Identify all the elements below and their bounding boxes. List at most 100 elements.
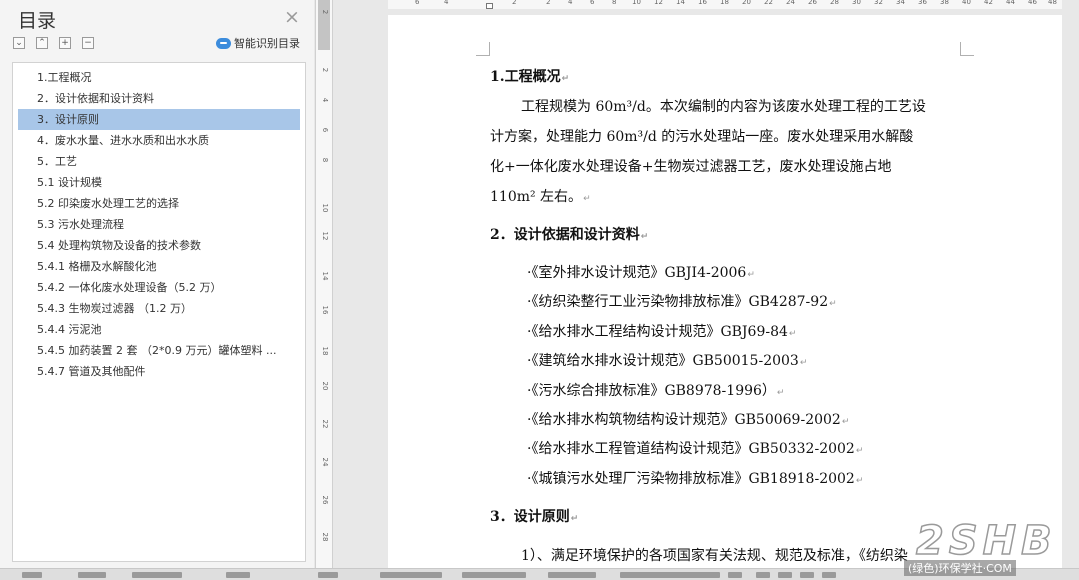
reference-text: ·《室外排水设计规范》GBJI4-2006 bbox=[527, 265, 747, 281]
vertical-ruler[interactable]: 2 2 4 6 8 10 12 14 16 18 20 22 24 26 28 bbox=[315, 0, 333, 568]
ruler-label: 42 bbox=[984, 0, 993, 6]
reference-item: ·《给水排水构筑物结构设计规范》GB50069-2002↵ bbox=[490, 406, 970, 435]
toc-item[interactable]: 5.3 污水处理流程 bbox=[18, 214, 300, 235]
paragraph-mark: ↵ bbox=[747, 270, 755, 280]
toc-item[interactable]: 2．设计依据和设计资料 bbox=[18, 88, 300, 109]
expand-up-icon[interactable]: ⌃ bbox=[36, 37, 48, 49]
ruler-label: 28 bbox=[830, 0, 839, 6]
toc-item[interactable]: 5.4.5 加药装置 2 套 （2*0.9 万元）罐体塑料 ... bbox=[18, 340, 300, 361]
toc-list: 1.工程概况 2．设计依据和设计资料 3．设计原则 4．废水水量、进水水质和出水… bbox=[12, 62, 306, 562]
ruler-label: 24 bbox=[321, 457, 329, 467]
status-item[interactable] bbox=[132, 572, 182, 578]
toc-title: 目录 bbox=[18, 10, 57, 32]
reference-item: ·《纺织染整行工业污染物排放标准》GB4287-92↵ bbox=[490, 288, 970, 317]
ruler-label: 4 bbox=[321, 97, 329, 103]
paragraph-mark: ↵ bbox=[799, 358, 808, 369]
indent-marker[interactable] bbox=[486, 3, 493, 9]
ruler-label: 20 bbox=[742, 0, 751, 6]
ruler-label: 6 bbox=[321, 127, 329, 133]
status-item[interactable] bbox=[226, 572, 250, 578]
status-item[interactable] bbox=[548, 572, 596, 578]
status-item[interactable] bbox=[620, 572, 720, 578]
ruler-label: 14 bbox=[676, 0, 685, 6]
status-item[interactable] bbox=[822, 572, 836, 578]
add-heading-icon[interactable]: + bbox=[59, 37, 71, 49]
paragraph-line: 计方案，处理能力 60m³/d 的污水处理站一座。废水处理采用水解酸 bbox=[490, 129, 914, 145]
toc-item[interactable]: 1.工程概况 bbox=[18, 67, 300, 88]
ruler-label: 22 bbox=[764, 0, 773, 6]
paragraph-mark: ↵ bbox=[788, 328, 797, 339]
document-body[interactable]: 1.工程概况↵ 工程规模为 60m³/d。本次编制的内容为该废水处理工程的工艺设… bbox=[490, 63, 970, 568]
ruler-label: 10 bbox=[632, 0, 641, 6]
reference-item: ·《给水排水工程管道结构设计规范》GB50332-2002↵ bbox=[490, 435, 970, 464]
ruler-label: 12 bbox=[321, 231, 329, 241]
ruler-label: 16 bbox=[698, 0, 707, 6]
toc-item[interactable]: 5.1 设计规模 bbox=[18, 172, 300, 193]
reference-item: ·《污水综合排放标准》GB8978-1996）↵ bbox=[490, 377, 970, 406]
heading-text: 3．设计原则 bbox=[490, 509, 570, 526]
ruler-label: 2 bbox=[321, 9, 329, 15]
ruler-label: 40 bbox=[962, 0, 971, 6]
status-item[interactable] bbox=[756, 572, 770, 578]
toc-panel: 目录 × ⌄ ⌃ + − 智能识别目录 1.工程概况 2．设计依据和设计资料 3… bbox=[0, 0, 314, 568]
reference-text: ·《污水综合排放标准》GB8978-1996） bbox=[527, 382, 776, 399]
status-item[interactable] bbox=[462, 572, 526, 578]
reference-item: ·《城镇污水处理厂污染物排放标准》GB18918-2002↵ bbox=[490, 465, 970, 494]
ruler-label: 48 bbox=[1048, 0, 1057, 6]
reference-item: ·《给水排水工程结构设计规范》GBJ69-84↵ bbox=[490, 318, 970, 347]
smart-toc-button[interactable]: 智能识别目录 bbox=[216, 35, 300, 51]
close-icon[interactable]: × bbox=[284, 6, 300, 28]
status-item[interactable] bbox=[78, 572, 106, 578]
toc-item[interactable]: 5.4.2 一体化废水处理设备（5.2 万） bbox=[18, 277, 300, 298]
collapse-all-icon[interactable]: ⌄ bbox=[13, 37, 25, 49]
reference-text: ·《给水排水工程结构设计规范》GBJ69-84 bbox=[527, 323, 788, 340]
heading-text: 1.工程概况 bbox=[490, 69, 561, 85]
ruler-label: 32 bbox=[874, 0, 883, 6]
toc-item[interactable]: 5.4.4 污泥池 bbox=[18, 319, 300, 340]
paragraph-line: 工程规模为 60m³/d。本次编制的内容为该废水处理工程的工艺设 bbox=[521, 99, 926, 115]
section-heading: 2．设计依据和设计资料↵ bbox=[490, 221, 970, 250]
ruler-label: 26 bbox=[321, 495, 329, 505]
paragraph-mark: ↵ bbox=[640, 232, 649, 242]
ruler-label: 4 bbox=[444, 0, 449, 6]
ruler-label: 22 bbox=[321, 419, 329, 429]
ruler-label: 28 bbox=[321, 532, 329, 542]
status-item[interactable] bbox=[778, 572, 792, 578]
status-item[interactable] bbox=[380, 572, 442, 578]
ruler-label: 4 bbox=[568, 0, 573, 6]
ruler-label: 24 bbox=[786, 0, 795, 6]
toc-item[interactable]: 5.2 印染废水处理工艺的选择 bbox=[18, 193, 300, 214]
remove-heading-icon[interactable]: − bbox=[82, 37, 94, 49]
watermark-logo: 2SHB bbox=[915, 517, 1057, 565]
toc-item[interactable]: 4．废水水量、进水水质和出水水质 bbox=[18, 130, 300, 151]
ruler-label: 34 bbox=[896, 0, 905, 6]
paragraph-mark: ↵ bbox=[855, 446, 864, 457]
reference-list: ·《室外排水设计规范》GBJI4-2006↵ ·《纺织染整行工业污染物排放标准》… bbox=[490, 259, 970, 494]
paragraph-mark: ↵ bbox=[583, 194, 591, 204]
status-item[interactable] bbox=[800, 572, 814, 578]
paragraph-mark: ↵ bbox=[776, 387, 785, 398]
paragraph-mark: ↵ bbox=[855, 475, 864, 486]
ruler-label: 14 bbox=[321, 271, 329, 281]
status-item[interactable] bbox=[728, 572, 742, 578]
watermark: 2SHB (绿色)环保学社·COM bbox=[898, 517, 1076, 578]
margin-corner-mark bbox=[960, 42, 974, 56]
reference-text: ·《给水排水构筑物结构设计规范》GB50069-2002 bbox=[527, 411, 841, 428]
toc-item[interactable]: 5.4.1 格栅及水解酸化池 bbox=[18, 256, 300, 277]
ruler-label: 12 bbox=[654, 0, 663, 6]
toc-item-active[interactable]: 3．设计原则 bbox=[18, 109, 300, 130]
reference-item: ·《建筑给水排水设计规范》GB50015-2003↵ bbox=[490, 347, 970, 376]
toc-item[interactable]: 5．工艺 bbox=[18, 151, 300, 172]
section-heading: 1.工程概况↵ bbox=[490, 63, 970, 92]
status-item[interactable] bbox=[318, 572, 338, 578]
toc-item[interactable]: 5.4 处理构筑物及设备的技术参数 bbox=[18, 235, 300, 256]
ruler-label: 26 bbox=[808, 0, 817, 6]
toc-item[interactable]: 5.4.3 生物炭过滤器 （1.2 万） bbox=[18, 298, 300, 319]
ruler-label: 16 bbox=[321, 305, 329, 315]
status-item[interactable] bbox=[22, 572, 42, 578]
ruler-label: 2 bbox=[546, 0, 551, 6]
paragraph-mark: ↵ bbox=[570, 514, 579, 525]
document-page[interactable]: 1.工程概况↵ 工程规模为 60m³/d。本次编制的内容为该废水处理工程的工艺设… bbox=[388, 15, 1062, 568]
toc-item[interactable]: 5.4.7 管道及其他配件 bbox=[18, 361, 300, 382]
ruler-label: 2 bbox=[512, 0, 517, 6]
